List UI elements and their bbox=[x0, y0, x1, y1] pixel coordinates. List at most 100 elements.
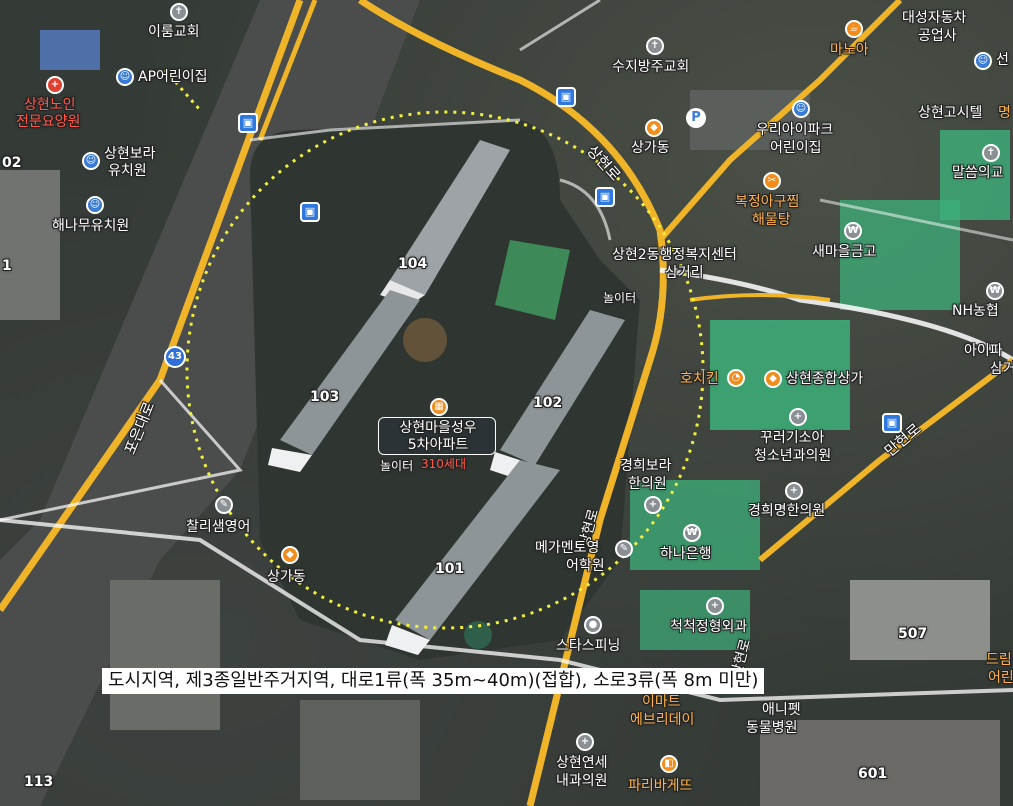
kindergarten-icon[interactable]: ☺ bbox=[82, 152, 100, 170]
bus-stop-icon[interactable]: ▣ bbox=[882, 413, 902, 433]
building-1: 1 bbox=[2, 258, 12, 274]
building-601: 601 bbox=[858, 766, 888, 782]
poi-sanghyun-clinic-1[interactable]: 상현연세 bbox=[556, 755, 608, 771]
poi-kyunghee-bora-1[interactable]: 경희보라 bbox=[620, 458, 672, 474]
poi-sangga-top[interactable]: 상가동 bbox=[631, 140, 670, 156]
households-label: 310세대 bbox=[421, 457, 466, 471]
poi-mega-2[interactable]: 어학원 bbox=[566, 558, 605, 574]
gym-icon[interactable]: ● bbox=[584, 616, 602, 634]
building-507: 507 bbox=[898, 626, 928, 642]
poi-kyunghee-myung[interactable]: 경희명한의원 bbox=[748, 503, 825, 519]
playground-label: 놀이터 bbox=[380, 459, 414, 473]
poi-samgeori: 삼거리 bbox=[665, 265, 704, 281]
poi-spinning[interactable]: 스타스피닝 bbox=[556, 638, 620, 654]
restaurant-icon[interactable]: ☕ bbox=[845, 20, 863, 38]
poi-hochicken[interactable]: 호치킨 bbox=[680, 371, 719, 387]
poi-bokjeong-2[interactable]: 해물탕 bbox=[752, 212, 791, 228]
kindergarten-icon[interactable]: ☺ bbox=[86, 196, 104, 214]
poi-sangga-bottom[interactable]: 상가동 bbox=[267, 569, 306, 585]
building-02: 02 bbox=[2, 155, 22, 171]
aerial-map[interactable]: ▦ 상현마을성우 5차아파트 놀이터 310세대 104 103 102 101… bbox=[0, 0, 1013, 806]
bus-stop-icon[interactable]: ▣ bbox=[300, 202, 320, 222]
building-104: 104 bbox=[398, 256, 428, 272]
bakery-icon[interactable]: ◧ bbox=[660, 755, 678, 773]
target-apartment-name-2: 5차아파트 bbox=[407, 437, 469, 453]
poi-emart-2[interactable]: 에브리데이 bbox=[630, 712, 694, 728]
building-101: 101 bbox=[435, 561, 465, 577]
zoning-caption: 도시지역, 제3종일반주거지역, 대로1류(폭 35m~40m)(접합), 소로… bbox=[102, 668, 765, 694]
poi-dream-1[interactable]: 드림 bbox=[986, 652, 1012, 668]
academy-icon[interactable]: ✎ bbox=[215, 496, 233, 514]
poi-hana-bank[interactable]: 하나은행 bbox=[660, 546, 712, 562]
poi-woori-1[interactable]: 우리아이파크 bbox=[756, 122, 833, 138]
poi-malsseum[interactable]: 말씀의교 bbox=[952, 165, 1004, 181]
shopping-icon[interactable]: ◆ bbox=[281, 546, 299, 564]
poi-daesung-1[interactable]: 대성자동차 bbox=[902, 10, 966, 26]
poi-ap-kindergarten[interactable]: AP어린이집 bbox=[138, 69, 208, 85]
target-apartment-name-1: 상현마을성우 bbox=[399, 420, 477, 436]
poi-paris[interactable]: 파리바게뜨 bbox=[628, 778, 692, 794]
building-103: 103 bbox=[310, 389, 340, 405]
restaurant-icon[interactable]: ◔ bbox=[727, 369, 745, 387]
poi-daesung-2[interactable]: 공업사 bbox=[918, 28, 957, 44]
hospital-icon[interactable]: + bbox=[644, 496, 662, 514]
poi-bokjeong-1[interactable]: 복정아구찜 bbox=[735, 194, 799, 210]
poi-hanamu-kinder[interactable]: 해나무유치원 bbox=[52, 218, 129, 234]
poi-sanghyun-clinic-2[interactable]: 내과의원 bbox=[556, 773, 608, 789]
poi-mega-1[interactable]: 메가멘토영 bbox=[535, 540, 599, 556]
poi-seon[interactable]: 선 bbox=[996, 52, 1009, 68]
apartment-icon[interactable]: ▦ bbox=[430, 398, 448, 416]
highway-43-shield[interactable]: 43 bbox=[164, 346, 186, 368]
poi-ggureogi-2[interactable]: 청소년과의원 bbox=[754, 448, 831, 464]
poi-ipark-1[interactable]: 아이파 bbox=[964, 343, 1003, 359]
poi-emart-1[interactable]: 이마트 bbox=[642, 694, 681, 710]
church-icon[interactable]: ✝ bbox=[982, 144, 1000, 162]
hospital-icon[interactable]: + bbox=[789, 408, 807, 426]
kindergarten-icon[interactable]: ☺ bbox=[116, 68, 134, 86]
church-icon[interactable]: ✝ bbox=[646, 37, 664, 55]
bank-icon[interactable]: ₩ bbox=[683, 524, 701, 542]
restaurant-icon[interactable]: ✂ bbox=[763, 172, 781, 190]
hospital-icon[interactable]: + bbox=[785, 482, 803, 500]
poi-sanghyun-hotel[interactable]: 상현고시텔 bbox=[918, 105, 982, 121]
poi-myeong[interactable]: 명 bbox=[998, 105, 1011, 121]
poi-anipet-1[interactable]: 애니펫 bbox=[762, 702, 801, 718]
hospital-icon[interactable]: + bbox=[706, 597, 724, 615]
poi-charisaem[interactable]: 찰리샘영어 bbox=[186, 519, 250, 535]
building-102: 102 bbox=[533, 395, 563, 411]
academy-icon[interactable]: ✎ bbox=[615, 540, 633, 558]
poi-irum-church[interactable]: 이룸교회 bbox=[148, 24, 200, 40]
poi-ipark-2: 삼거 bbox=[990, 361, 1013, 377]
kindergarten-icon[interactable]: ☺ bbox=[792, 100, 810, 118]
kindergarten-icon[interactable]: ☺ bbox=[974, 52, 992, 70]
bus-stop-icon[interactable]: ▣ bbox=[556, 87, 576, 107]
hospital-icon[interactable]: + bbox=[46, 76, 64, 94]
poi-saemaeul[interactable]: 새마을금고 bbox=[812, 244, 876, 260]
poi-anipet-2[interactable]: 동물병원 bbox=[746, 720, 798, 736]
building-113: 113 bbox=[24, 774, 54, 790]
bus-stop-icon[interactable]: ▣ bbox=[595, 187, 615, 207]
bank-icon[interactable]: ₩ bbox=[844, 222, 862, 240]
bus-stop-icon[interactable]: ▣ bbox=[238, 113, 258, 133]
poi-welfare-center[interactable]: 상현2동행정복지센터 bbox=[612, 247, 737, 263]
poi-bora-kinder-2[interactable]: 유치원 bbox=[108, 163, 147, 179]
poi-dream-2[interactable]: 어린 bbox=[988, 670, 1013, 686]
poi-nursing-home-2[interactable]: 전문요양원 bbox=[16, 114, 80, 130]
poi-woori-2[interactable]: 어린이집 bbox=[770, 140, 822, 156]
poi-bora-kinder-1[interactable]: 상현보라 bbox=[104, 146, 156, 162]
poi-kyunghee-bora-2[interactable]: 한의원 bbox=[628, 476, 667, 492]
hospital-icon[interactable]: + bbox=[576, 733, 594, 751]
bank-icon[interactable]: ₩ bbox=[986, 282, 1004, 300]
poi-cheokcheok[interactable]: 척척정형외과 bbox=[670, 619, 747, 635]
parking-icon[interactable]: P bbox=[686, 108, 706, 128]
shopping-icon[interactable]: ◆ bbox=[764, 370, 782, 388]
poi-nh-bank[interactable]: NH농협 bbox=[952, 303, 999, 319]
shopping-icon[interactable]: ◆ bbox=[645, 119, 663, 137]
poi-nursing-home-1[interactable]: 상현노인 bbox=[24, 97, 76, 113]
poi-ggureogi-1[interactable]: 꾸러기소아 bbox=[760, 430, 824, 446]
poi-sanghyun-mall[interactable]: 상현종합상가 bbox=[786, 371, 863, 387]
poi-suji-church[interactable]: 수지방주교회 bbox=[612, 59, 689, 75]
church-icon[interactable]: ✝ bbox=[170, 3, 188, 21]
poi-playground-right: 놀이터 bbox=[603, 291, 637, 305]
poi-manoa[interactable]: 마노아 bbox=[830, 42, 869, 58]
